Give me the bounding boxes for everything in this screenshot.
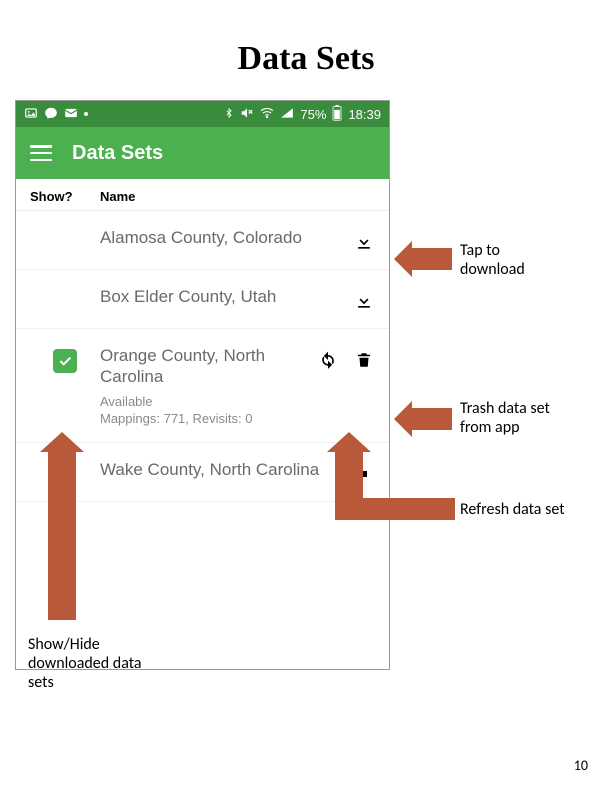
table-header-show: Show? [30, 189, 100, 204]
dataset-name: Wake County, North Carolina [100, 459, 345, 480]
refresh-icon[interactable] [317, 349, 339, 371]
hamburger-icon[interactable] [30, 145, 52, 161]
dataset-name: Box Elder County, Utah [100, 286, 345, 307]
battery-percent: 75% [300, 107, 326, 122]
trash-icon[interactable] [353, 349, 375, 371]
bluetooth-icon [224, 106, 234, 123]
dataset-name: Orange County, North Carolina [100, 345, 309, 388]
download-icon[interactable] [353, 231, 375, 253]
mail-icon [64, 106, 78, 123]
arrow-refresh-tail [335, 498, 455, 520]
callout-showhide: Show/Hide downloaded data sets [28, 635, 148, 693]
dot-icon [84, 112, 88, 116]
signal-icon [280, 106, 294, 123]
dataset-name: Alamosa County, Colorado [100, 227, 345, 248]
arrow-download [410, 248, 452, 270]
callout-download: Tap to download [460, 241, 560, 279]
dataset-status: Available [100, 394, 309, 409]
clock-text: 18:39 [348, 107, 381, 122]
dataset-detail: Mappings: 771, Revisits: 0 [100, 411, 309, 426]
show-checkbox[interactable] [53, 349, 77, 373]
arrow-showhide [48, 450, 76, 620]
table-header: Show? Name [16, 179, 389, 211]
list-item[interactable]: Orange County, North Carolina Available … [16, 329, 389, 443]
status-bar: 75% 18:39 [16, 101, 389, 127]
wifi-icon [260, 106, 274, 123]
callout-trash: Trash data set from app [460, 399, 580, 437]
page-number: 10 [574, 757, 588, 774]
status-left-icons [24, 106, 88, 123]
status-right-icons: 75% 18:39 [224, 105, 381, 124]
download-icon[interactable] [353, 290, 375, 312]
list-item[interactable]: Box Elder County, Utah [16, 270, 389, 329]
callout-refresh: Refresh data set [460, 500, 590, 519]
image-icon [24, 106, 38, 123]
mute-icon [240, 106, 254, 123]
list-item[interactable]: Alamosa County, Colorado [16, 211, 389, 270]
app-bar: Data Sets [16, 127, 389, 179]
battery-icon [332, 105, 342, 124]
arrow-trash [410, 408, 452, 430]
table-header-name: Name [100, 189, 375, 204]
slide-title: Data Sets [0, 40, 612, 78]
messenger-icon [44, 106, 58, 123]
app-bar-title: Data Sets [72, 142, 163, 165]
